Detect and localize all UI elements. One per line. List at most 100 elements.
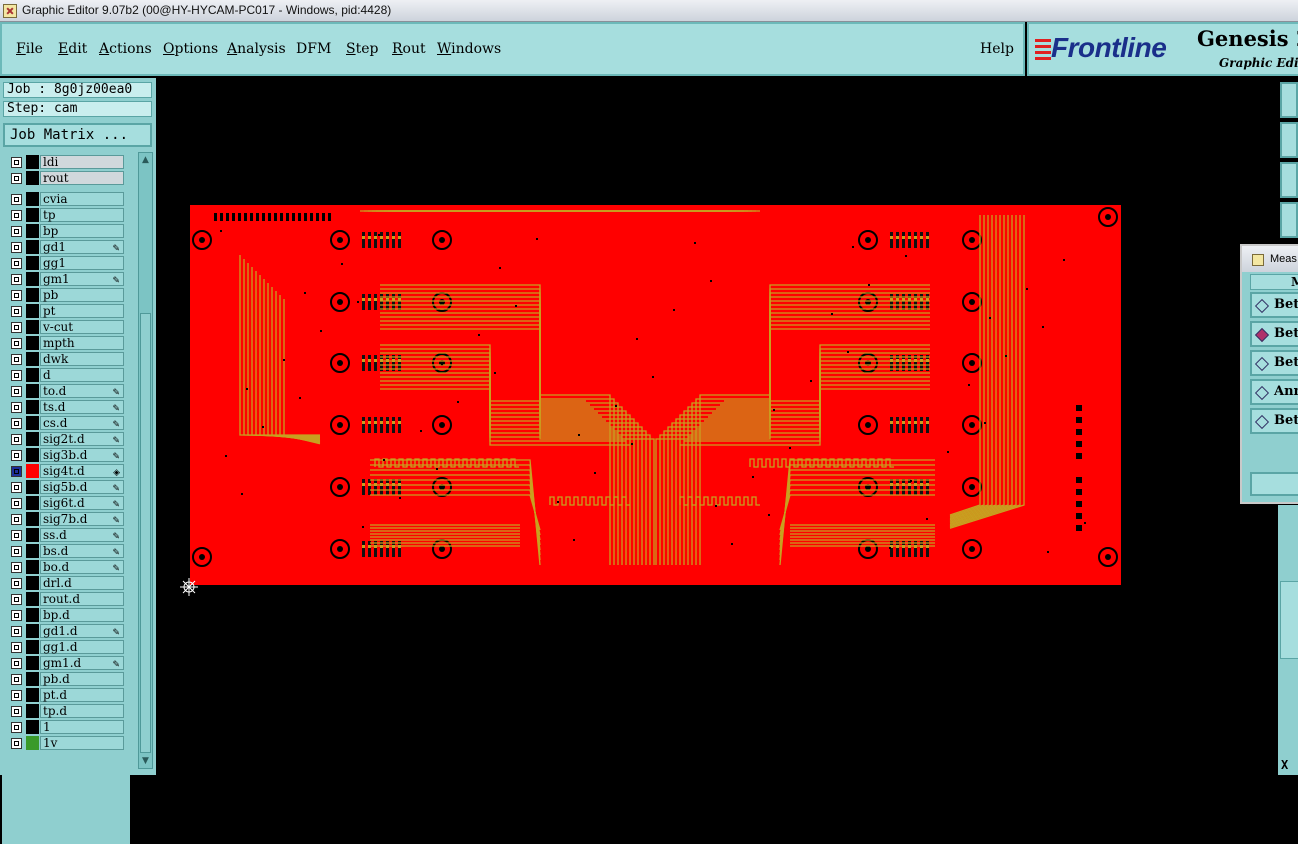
layer-name[interactable]: bo.d ✎ (40, 560, 124, 574)
layer-checkbox[interactable] (11, 482, 22, 493)
layer-row-tp[interactable]: tp (2, 207, 130, 223)
layer-color-swatch[interactable] (26, 272, 39, 286)
layer-color-swatch[interactable] (26, 496, 39, 510)
layer-checkbox[interactable] (11, 642, 22, 653)
layer-row-ss.d[interactable]: ss.d ✎ (2, 527, 130, 543)
layer-checkbox[interactable] (11, 498, 22, 509)
layer-color-swatch[interactable] (26, 384, 39, 398)
layer-name[interactable]: ldi (40, 155, 124, 169)
menu-options[interactable]: Options (163, 41, 218, 57)
layer-name[interactable]: cs.d ✎ (40, 416, 124, 430)
menu-step[interactable]: Step (346, 41, 378, 57)
layer-row-pb.d[interactable]: pb.d (2, 671, 130, 687)
layer-row-1v[interactable]: 1v (2, 735, 130, 751)
layer-color-swatch[interactable] (26, 592, 39, 606)
menu-analysis[interactable]: Analysis (227, 41, 286, 57)
layer-checkbox[interactable] (11, 173, 22, 184)
layer-color-swatch[interactable] (26, 544, 39, 558)
layer-row-1[interactable]: 1 (2, 719, 130, 735)
layer-name[interactable]: pb (40, 288, 124, 302)
layer-row-gd1.d[interactable]: gd1.d ✎ (2, 623, 130, 639)
layer-name[interactable]: gm1 ✎ (40, 272, 124, 286)
measure-option-4[interactable]: Ann (1250, 379, 1298, 405)
menu-rout[interactable]: Rout (392, 41, 426, 57)
layer-color-swatch[interactable] (26, 240, 39, 254)
menu-file[interactable]: File (16, 41, 43, 57)
layer-checkbox[interactable] (11, 418, 22, 429)
layer-color-swatch[interactable] (26, 720, 39, 734)
layer-color-swatch[interactable] (26, 608, 39, 622)
layer-color-swatch[interactable] (26, 528, 39, 542)
layer-row-bp[interactable]: bp (2, 223, 130, 239)
scroll-thumb[interactable] (140, 313, 151, 753)
layer-checkbox[interactable] (11, 290, 22, 301)
layer-row-ts.d[interactable]: ts.d ✎ (2, 399, 130, 415)
layer-name[interactable]: d (40, 368, 124, 382)
menu-help[interactable]: Help (980, 41, 1014, 57)
tool-button-4[interactable] (1280, 202, 1298, 238)
layer-color-swatch[interactable] (26, 704, 39, 718)
layer-color-swatch[interactable] (26, 640, 39, 654)
layer-row-sig5b.d[interactable]: sig5b.d ✎ (2, 479, 130, 495)
layer-row-gm1[interactable]: gm1 ✎ (2, 271, 130, 287)
layer-color-swatch[interactable] (26, 624, 39, 638)
layer-checkbox[interactable] (11, 706, 22, 717)
layer-name[interactable]: rout (40, 171, 124, 185)
layer-name[interactable]: drl.d (40, 576, 124, 590)
layer-name[interactable]: mpth (40, 336, 124, 350)
layer-checkbox[interactable] (11, 157, 22, 168)
layer-row-v-cut[interactable]: v-cut (2, 319, 130, 335)
layer-checkbox[interactable] (11, 322, 22, 333)
layer-row-bp.d[interactable]: bp.d (2, 607, 130, 623)
layer-row-to.d[interactable]: to.d ✎ (2, 383, 130, 399)
layer-color-swatch[interactable] (26, 155, 39, 169)
measure-option-3[interactable]: Bet (1250, 350, 1298, 376)
layer-name[interactable]: sig4t.d ◈ (40, 464, 124, 478)
layer-name[interactable]: 1v (40, 736, 124, 750)
layer-checkbox[interactable] (11, 274, 22, 285)
measure-option-5[interactable]: Bet (1250, 408, 1298, 434)
layer-checkbox[interactable] (11, 690, 22, 701)
layer-checkbox[interactable] (11, 210, 22, 221)
layer-color-swatch[interactable] (26, 672, 39, 686)
layer-color-swatch[interactable] (26, 208, 39, 222)
layer-checkbox[interactable] (11, 434, 22, 445)
pcb-board-view[interactable] (190, 205, 1121, 585)
layer-name[interactable]: pt (40, 304, 124, 318)
radio-diamond-icon[interactable] (1254, 385, 1270, 401)
layer-name[interactable]: pb.d (40, 672, 124, 686)
layer-color-swatch[interactable] (26, 224, 39, 238)
layer-name[interactable]: ss.d ✎ (40, 528, 124, 542)
layer-color-swatch[interactable] (26, 336, 39, 350)
job-matrix-button[interactable]: Job Matrix ... (3, 123, 152, 147)
layer-name[interactable]: gg1 (40, 256, 124, 270)
layer-row-bo.d[interactable]: bo.d ✎ (2, 559, 130, 575)
layer-checkbox[interactable] (11, 594, 22, 605)
layer-checkbox[interactable] (11, 626, 22, 637)
layer-color-swatch[interactable] (26, 448, 39, 462)
layer-name[interactable]: gd1 ✎ (40, 240, 124, 254)
layer-color-swatch[interactable] (26, 192, 39, 206)
layer-name[interactable]: sig7b.d ✎ (40, 512, 124, 526)
layer-name[interactable]: sig6t.d ✎ (40, 496, 124, 510)
layer-row-sig4t.d[interactable]: sig4t.d ◈ (2, 463, 130, 479)
layer-color-swatch[interactable] (26, 576, 39, 590)
radio-diamond-icon[interactable] (1254, 298, 1270, 314)
layer-name[interactable]: tp.d (40, 704, 124, 718)
layer-checkbox[interactable] (11, 402, 22, 413)
layer-color-swatch[interactable] (26, 256, 39, 270)
layer-name[interactable]: rout.d (40, 592, 124, 606)
layer-row-rout.d[interactable]: rout.d (2, 591, 130, 607)
layer-row-mpth[interactable]: mpth (2, 335, 130, 351)
layer-color-swatch[interactable] (26, 416, 39, 430)
layer-name[interactable]: cvia (40, 192, 124, 206)
layer-row-ldi[interactable]: ldi (2, 154, 130, 170)
layer-row-sig6t.d[interactable]: sig6t.d ✎ (2, 495, 130, 511)
layer-checkbox[interactable] (11, 658, 22, 669)
layer-checkbox[interactable] (11, 354, 22, 365)
layer-name[interactable]: to.d ✎ (40, 384, 124, 398)
layer-color-swatch[interactable] (26, 171, 39, 185)
menu-actions[interactable]: Actions (99, 41, 152, 57)
layer-color-swatch[interactable] (26, 688, 39, 702)
layer-color-swatch[interactable] (26, 464, 39, 478)
